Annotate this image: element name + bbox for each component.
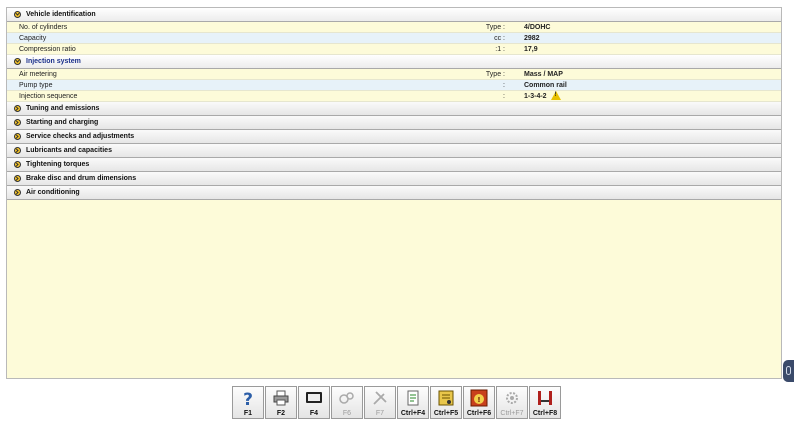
- section-header-lubricants-and-capacities[interactable]: Lubricants and capacities: [7, 144, 781, 158]
- function-key-toolbar: ? F1 F2 F4 F6 F7 Ctrl+F4 Ctrl+F5! Ctrl+F6 Ctrl+F7…: [232, 386, 561, 419]
- section-title: Tightening torques: [26, 161, 90, 168]
- fkey-label: F1: [243, 410, 253, 417]
- row-unit: Type :: [485, 23, 505, 31]
- row-label: Pump type: [19, 81, 53, 89]
- lift-icon: [536, 389, 554, 407]
- chevron-right-icon: [14, 175, 21, 182]
- fkey-label: Ctrl+F6: [466, 410, 492, 417]
- section-header-tightening-torques[interactable]: Tightening torques: [7, 158, 781, 172]
- fkey-button-f7: F7: [364, 386, 396, 419]
- chevron-right-icon: [14, 105, 21, 112]
- row-unit: :: [503, 81, 505, 89]
- row-value-wrap: 4/DOHC: [524, 24, 550, 31]
- section-title: Tuning and emissions: [26, 105, 100, 112]
- row-value: 4/DOHC: [524, 23, 551, 31]
- chevron-right-icon: [14, 189, 21, 196]
- section-header-starting-and-charging[interactable]: Starting and charging: [7, 116, 781, 130]
- fkey-label: F2: [276, 410, 286, 417]
- section-header-service-checks-and-adjustments[interactable]: Service checks and adjustments: [7, 130, 781, 144]
- section-header-brake-disc-and-drum-dimensions[interactable]: Brake disc and drum dimensions: [7, 172, 781, 186]
- fkey-button-f4[interactable]: F4: [298, 386, 330, 419]
- chevron-right-icon: [14, 161, 21, 168]
- section-header-vehicle-identification[interactable]: Vehicle identification: [7, 8, 781, 22]
- fkey-button-ctrl-f6[interactable]: ! Ctrl+F6: [463, 386, 495, 419]
- section-title: Vehicle identification: [26, 11, 96, 18]
- section-header-injection-system[interactable]: Injection system: [7, 55, 781, 69]
- section-title: Starting and charging: [26, 119, 99, 126]
- row-value: 17,9: [524, 45, 538, 53]
- parts-icon: [338, 389, 356, 407]
- data-row: Capacity cc : 2982: [7, 33, 781, 44]
- fkey-button-ctrl-f7: Ctrl+F7: [496, 386, 528, 419]
- row-value-wrap: 1-3-4-2: [524, 90, 561, 100]
- fkey-button-f1[interactable]: ? F1: [232, 386, 264, 419]
- row-value-wrap: 17,9: [524, 46, 538, 53]
- row-unit: cc :: [494, 34, 505, 42]
- row-value: Common rail: [524, 81, 567, 89]
- data-row: Pump type: Common rail: [7, 80, 781, 91]
- section-title: Lubricants and capacities: [26, 147, 112, 154]
- gear-icon: [503, 389, 521, 407]
- fkey-label: Ctrl+F4: [400, 410, 426, 417]
- fkey-label: Ctrl+F7: [500, 410, 524, 417]
- row-label: No. of cylinders: [19, 23, 68, 31]
- fkey-label: F4: [309, 410, 319, 417]
- section-title: Injection system: [26, 58, 81, 65]
- fkey-button-ctrl-f8[interactable]: Ctrl+F8: [529, 386, 561, 419]
- row-label: Compression ratio: [19, 45, 76, 53]
- fkey-label: Ctrl+F8: [532, 410, 558, 417]
- row-value-wrap: Common rail: [524, 82, 567, 89]
- printer-icon: [272, 389, 290, 407]
- row-value-wrap: 2982: [524, 35, 540, 42]
- data-row: Compression ratio :1 : 17,9: [7, 44, 781, 55]
- chevron-right-icon: [14, 119, 21, 126]
- data-row: No. of cylinders Type : 4/DOHC: [7, 22, 781, 33]
- fkey-button-ctrl-f5[interactable]: Ctrl+F5: [430, 386, 462, 419]
- fkey-label: F6: [342, 410, 352, 417]
- chevron-down-icon: [14, 58, 21, 65]
- data-row: Injection sequence: 1-3-4-2: [7, 90, 781, 102]
- row-value: Mass / MAP: [524, 70, 563, 78]
- row-value: 1-3-4-2: [524, 92, 547, 100]
- row-label: Injection sequence: [19, 92, 78, 100]
- section-header-tuning-and-emissions[interactable]: Tuning and emissions: [7, 102, 781, 116]
- warning-icon[interactable]: [550, 90, 561, 100]
- fkey-label: Ctrl+F5: [433, 410, 459, 417]
- svg-text:?: ?: [243, 390, 253, 407]
- side-panel-toggle[interactable]: [783, 360, 794, 382]
- row-label: Air metering: [19, 70, 57, 78]
- row-label: Capacity: [19, 34, 47, 42]
- screen-icon: [305, 389, 323, 407]
- row-unit: Type :: [485, 70, 505, 78]
- section-header-air-conditioning[interactable]: Air conditioning: [7, 186, 781, 200]
- warning-lamp-icon: !: [470, 389, 488, 407]
- tools-icon: [371, 389, 389, 407]
- chevron-right-icon: [14, 133, 21, 140]
- row-value: 2982: [524, 34, 540, 42]
- fkey-label: F7: [375, 410, 385, 417]
- document-icon: [437, 389, 455, 407]
- row-unit: :1 :: [495, 45, 505, 53]
- chevron-right-icon: [14, 147, 21, 154]
- svg-text:!: !: [477, 396, 480, 404]
- fkey-button-f2[interactable]: F2: [265, 386, 297, 419]
- chevron-down-icon: [14, 11, 21, 18]
- help-icon: ?: [239, 389, 257, 407]
- fkey-button-ctrl-f4[interactable]: Ctrl+F4: [397, 386, 429, 419]
- row-value-wrap: Mass / MAP: [524, 71, 563, 78]
- section-title: Service checks and adjustments: [26, 133, 135, 140]
- data-row: Air metering Type : Mass / MAP: [7, 69, 781, 80]
- notes-icon: [404, 389, 422, 407]
- fkey-button-f6: F6: [331, 386, 363, 419]
- section-title: Air conditioning: [26, 189, 80, 196]
- data-panel: Vehicle identification No. of cylinders Ty…: [6, 7, 782, 379]
- section-title: Brake disc and drum dimensions: [26, 175, 137, 182]
- row-unit: :: [503, 92, 505, 100]
